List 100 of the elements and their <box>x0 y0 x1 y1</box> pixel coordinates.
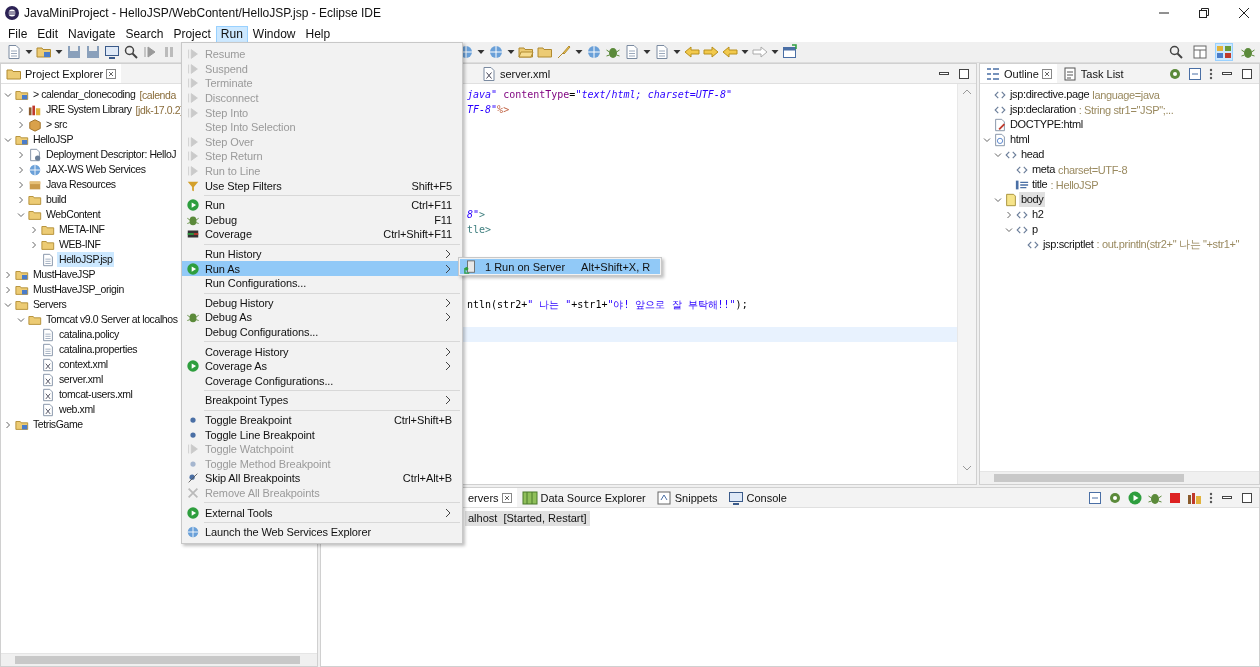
menu-item[interactable]: Coverage As <box>182 358 460 374</box>
menu-item[interactable]: Use Step Filters Shift+F5 <box>182 178 460 193</box>
arrow-right-icon[interactable] <box>703 44 719 60</box>
menu-item[interactable]: Run Configurations... <box>182 275 460 291</box>
menu-item[interactable]: Toggle Line Breakpoint <box>182 427 460 442</box>
tree-item[interactable]: TetrisGame <box>31 417 85 432</box>
menu-item[interactable]: Coverage Configurations... <box>182 373 460 389</box>
menu-item[interactable]: Debug F11 <box>182 212 460 228</box>
tree-item[interactable]: JAX-WS Web Services <box>44 162 148 177</box>
menu-item[interactable]: Breakpoint Types <box>182 393 460 408</box>
menu-item[interactable]: Navigate <box>63 25 121 43</box>
tree-item[interactable]: > calendar_clonecoding <box>31 87 138 102</box>
tree-item[interactable]: html <box>1008 132 1032 147</box>
menu-item[interactable]: Coverage Ctrl+Shift+F11 <box>182 227 460 242</box>
tree-item[interactable]: title <box>1030 177 1050 192</box>
scrollbar[interactable] <box>957 84 976 484</box>
menu-item[interactable]: Toggle Breakpoint Ctrl+Shift+B <box>182 412 460 428</box>
collapse-icon[interactable] <box>1087 489 1103 506</box>
menu-item[interactable]: Debug Configurations... <box>182 324 460 340</box>
expand-chevron-icon[interactable] <box>16 104 26 115</box>
expand-chevron-icon[interactable] <box>1004 209 1014 220</box>
folder-icon[interactable] <box>537 44 553 60</box>
tree-item[interactable]: tomcat-users.xml <box>57 387 135 402</box>
tree-item[interactable]: Java Resources <box>44 177 118 192</box>
panel-tab[interactable]: Data Source Explorer <box>516 488 651 507</box>
tree-item[interactable]: Tomcat v9.0 Server at localhos <box>44 312 180 327</box>
grid-icon[interactable] <box>1192 44 1208 60</box>
collapse-icon[interactable] <box>1187 65 1203 82</box>
menu-item[interactable]: Help <box>300 25 336 43</box>
restore-icon[interactable] <box>1198 7 1210 19</box>
expand-chevron-icon[interactable] <box>16 194 26 205</box>
editor-tab[interactable]: server.xml <box>476 64 556 83</box>
panel-tab[interactable]: Project Explorer <box>1 64 122 83</box>
panel-tab[interactable]: Task List <box>1056 64 1129 83</box>
expand-chevron-icon[interactable] <box>16 179 26 190</box>
tree-item[interactable]: WEB-INF <box>57 237 103 252</box>
menu-item[interactable]: Run As <box>182 261 460 276</box>
project-folder-icon[interactable] <box>36 44 52 60</box>
menu-item[interactable]: Coverage History <box>182 344 460 359</box>
tree-item[interactable]: catalina.policy <box>57 327 121 342</box>
expand-chevron-icon[interactable] <box>16 164 26 175</box>
tree-item[interactable]: HelloJSP.jsp <box>57 252 115 267</box>
tree-item[interactable]: head <box>1019 147 1047 162</box>
menu-item[interactable]: Edit <box>32 25 64 43</box>
menu-item[interactable]: Run History <box>182 246 460 262</box>
menu-item[interactable]: Window <box>247 25 301 43</box>
tree-item[interactable]: WebContent <box>44 207 103 222</box>
tree-item[interactable]: catalina.properties <box>57 342 140 357</box>
menu-item[interactable]: Debug As <box>182 310 460 325</box>
tree-item[interactable]: meta <box>1030 162 1058 177</box>
tree-item[interactable]: META-INF <box>57 222 107 237</box>
menu-item[interactable]: Project <box>168 25 216 43</box>
tree-item[interactable]: > src <box>44 117 70 132</box>
tree-item[interactable]: web.xml <box>57 402 97 417</box>
search-icon[interactable] <box>123 44 139 60</box>
panel-tab[interactable]: Outline <box>980 64 1057 83</box>
server-row[interactable]: alhost [Started, Restart] <box>465 511 590 526</box>
tree-item[interactable]: h2 <box>1030 207 1046 222</box>
menu-item[interactable]: Skip All Breakpoints Ctrl+Alt+B <box>182 471 460 486</box>
expand-chevron-icon[interactable] <box>16 149 26 160</box>
menu-item[interactable]: Debug History <box>182 295 460 311</box>
scrollbar[interactable] <box>980 471 1259 484</box>
expand-chevron-icon[interactable] <box>29 224 39 235</box>
play-icon[interactable] <box>1127 489 1143 506</box>
panel-tab[interactable]: ervers <box>463 488 517 507</box>
expand-chevron-icon[interactable] <box>3 269 13 280</box>
tree-item[interactable]: HelloJSP <box>31 132 75 147</box>
expand-chevron-icon[interactable] <box>29 239 39 250</box>
tree-item[interactable]: server.xml <box>57 372 105 387</box>
menu-item[interactable]: Search <box>120 25 169 43</box>
menu-item[interactable]: 1 Run on Server Alt+Shift+X, R <box>460 259 661 274</box>
scroll-down-icon[interactable] <box>962 464 972 472</box>
tree-item[interactable]: jsp:declaration <box>1008 102 1078 117</box>
close-icon[interactable] <box>1238 7 1250 19</box>
monitor-icon[interactable] <box>104 44 120 60</box>
tree-item[interactable]: MustHaveJSP_origin <box>31 282 126 297</box>
perspective-icon[interactable] <box>1216 44 1232 60</box>
tree-item[interactable]: Deployment Descriptor: HelloJ <box>44 147 179 162</box>
window-icon[interactable] <box>782 44 798 60</box>
tree-item[interactable]: build <box>44 192 69 207</box>
menu-item[interactable]: External Tools <box>182 505 460 520</box>
tree-item[interactable]: JRE System Library <box>44 102 134 117</box>
tree-item[interactable]: jsp:directive.page <box>1008 87 1092 102</box>
scroll-up-icon[interactable] <box>962 88 972 96</box>
tree-item[interactable]: body <box>1019 192 1046 207</box>
panel-tab[interactable]: Console <box>722 488 792 507</box>
search-icon[interactable] <box>1168 44 1184 60</box>
tree-item[interactable]: p <box>1030 222 1040 237</box>
menu-item[interactable]: File <box>3 25 33 43</box>
expand-chevron-icon[interactable] <box>3 284 13 295</box>
panel-tab[interactable]: Snippets <box>650 488 723 507</box>
menu-item[interactable]: Launch the Web Services Explorer <box>182 524 460 540</box>
tree-item[interactable]: jsp:scriptlet <box>1041 237 1096 252</box>
scrollbar[interactable] <box>1 653 317 666</box>
tree-item[interactable]: Servers <box>31 297 69 312</box>
expand-chevron-icon[interactable] <box>16 119 26 130</box>
menu-item[interactable]: Run Ctrl+F11 <box>182 197 460 213</box>
tree-item[interactable]: MustHaveJSP <box>31 267 98 282</box>
expand-chevron-icon[interactable] <box>3 419 13 430</box>
tree-item[interactable]: DOCTYPE:html <box>1008 117 1085 132</box>
